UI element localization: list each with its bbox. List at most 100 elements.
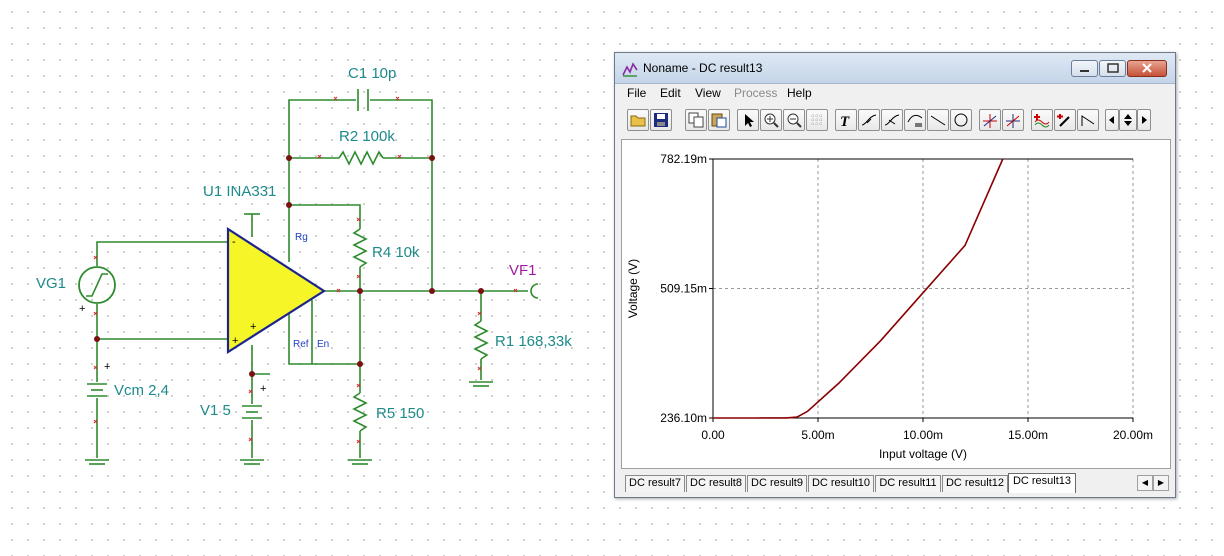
x-tick-label: 15.00m	[1008, 428, 1048, 442]
cursor-b-button[interactable]	[1002, 109, 1024, 131]
tab-dc-result13[interactable]: DC result13	[1008, 473, 1076, 493]
wire[interactable]	[288, 308, 360, 365]
copy-icon	[688, 112, 704, 128]
tab-dc-result11[interactable]: DC result11	[875, 475, 941, 492]
junction	[478, 288, 484, 294]
close-icon	[1142, 63, 1152, 73]
maximize-icon	[1107, 63, 1119, 73]
x-tick-label: 20.00m	[1113, 428, 1153, 442]
open-folder-icon	[630, 115, 646, 127]
minimize-button[interactable]	[1071, 60, 1098, 77]
r2-resistor[interactable]	[338, 150, 384, 166]
scroll-right-button[interactable]	[1137, 109, 1151, 131]
maximize-button[interactable]	[1099, 60, 1126, 77]
curve-tool-c-icon	[907, 114, 923, 127]
marker-icon	[1081, 115, 1095, 126]
r4-resistor[interactable]	[352, 228, 368, 268]
scroll-left-button[interactable]	[1105, 109, 1119, 131]
tab-dc-result10[interactable]: DC result10	[808, 475, 874, 492]
title-bar[interactable]: Noname - DC result13	[615, 53, 1175, 84]
r5-resistor[interactable]	[352, 392, 368, 432]
select-arrow-icon	[745, 114, 754, 127]
marker-button[interactable]	[1077, 109, 1099, 131]
u1-plus-sign: +	[250, 321, 256, 333]
y-tick-label: 509.15m	[660, 282, 707, 296]
y-tick-label: 236.10m	[660, 411, 707, 425]
pin-ref-label: Ref	[293, 339, 309, 350]
select-button[interactable]	[737, 109, 759, 131]
v1-label: V1 5	[200, 402, 231, 419]
menu-file[interactable]: File	[627, 86, 646, 100]
app-icon	[622, 62, 638, 77]
tab-scroll-right-button[interactable]: ▶	[1153, 475, 1169, 491]
y-axis-label: Voltage (V)	[626, 259, 640, 318]
add-trace-button[interactable]	[1031, 109, 1053, 131]
circle-tool-icon	[954, 113, 968, 127]
dc-transfer-chart[interactable]: 0.00 5.00m 10.00m 15.00m 20.00m 236.10m 509.15…	[622, 140, 1170, 468]
junction	[94, 336, 100, 342]
zoom-out-button[interactable]	[783, 109, 805, 131]
line-tool-button[interactable]	[927, 109, 949, 131]
wire[interactable]	[289, 204, 361, 229]
junction	[357, 288, 363, 294]
toolbar: T	[621, 107, 1169, 135]
scroll-updown-button[interactable]	[1119, 109, 1137, 131]
u1-minus-sign: -	[232, 236, 236, 248]
r4-label: R4 10k	[372, 244, 420, 261]
curve-tool-b-button[interactable]	[881, 109, 903, 131]
tab-scroll-left-button[interactable]: ◀	[1137, 475, 1153, 491]
x-tick-label: 0.00	[701, 428, 725, 442]
zoom-in-button[interactable]	[760, 109, 782, 131]
wire[interactable]	[96, 241, 230, 266]
junction	[286, 202, 292, 208]
r2-label: R2 100k	[339, 128, 395, 145]
zoom-in-icon	[764, 113, 779, 128]
vf1-connector[interactable]	[530, 283, 539, 299]
curve-tool-a-button[interactable]	[858, 109, 880, 131]
r5-label: R5 150	[376, 405, 424, 422]
cursor-a-button[interactable]	[979, 109, 1001, 131]
grid-button[interactable]	[806, 109, 828, 131]
menu-view[interactable]: View	[695, 86, 721, 100]
zoom-out-icon	[787, 113, 802, 128]
line-tool-icon	[930, 115, 946, 126]
scroll-right-icon: ▶	[1157, 478, 1165, 487]
tab-dc-result7[interactable]: DC result7	[625, 475, 685, 492]
curve-tool-c-button[interactable]	[904, 109, 926, 131]
cursor-b-icon	[1006, 114, 1020, 128]
junction	[429, 288, 435, 294]
menu-help[interactable]: Help	[787, 86, 812, 100]
tab-dc-result8[interactable]: DC result8	[686, 475, 746, 492]
save-button[interactable]	[650, 109, 672, 131]
result-tabs: DC result7 DC result8 DC result9 DC resu…	[621, 473, 1171, 493]
vcm-label: Vcm 2,4	[114, 382, 169, 399]
vg1-label: VG1	[36, 275, 66, 292]
scroll-right-icon	[1142, 116, 1147, 124]
tab-dc-result12[interactable]: DC result12	[942, 475, 1008, 492]
scroll-left-icon	[1109, 116, 1114, 124]
tab-dc-result9[interactable]: DC result9	[747, 475, 807, 492]
y-tick-label: 782.19m	[660, 152, 707, 166]
dc-result-window[interactable]: Noname - DC result13 File Edit View Proc…	[614, 52, 1176, 498]
probe-button[interactable]	[1054, 109, 1076, 131]
curve-tool-b-icon	[884, 114, 900, 126]
x-axis-label: Input voltage (V)	[879, 447, 967, 461]
junction	[286, 155, 292, 161]
schematic-canvas[interactable]: C1 10p R2 100k U1 INA331 R4 10k VF1 VG1 …	[0, 0, 612, 556]
u1-opamp[interactable]	[226, 226, 327, 355]
menu-edit[interactable]: Edit	[660, 86, 681, 100]
copy-button[interactable]	[685, 109, 707, 131]
close-button[interactable]	[1127, 60, 1167, 77]
r1-resistor[interactable]	[473, 320, 489, 360]
menu-process[interactable]: Process	[734, 86, 777, 100]
pin-rg-label: Rg	[295, 232, 308, 243]
minimize-icon	[1080, 70, 1089, 72]
plot-area[interactable]: 0.00 5.00m 10.00m 15.00m 20.00m 236.10m 509.15…	[621, 139, 1171, 469]
scroll-updown-icon	[1124, 114, 1132, 126]
text-tool-button[interactable]: T	[835, 109, 857, 131]
paste-button[interactable]	[708, 109, 730, 131]
junction	[429, 155, 435, 161]
c1-label: C1 10p	[348, 65, 396, 82]
circle-tool-button[interactable]	[950, 109, 972, 131]
open-button[interactable]	[627, 109, 649, 131]
